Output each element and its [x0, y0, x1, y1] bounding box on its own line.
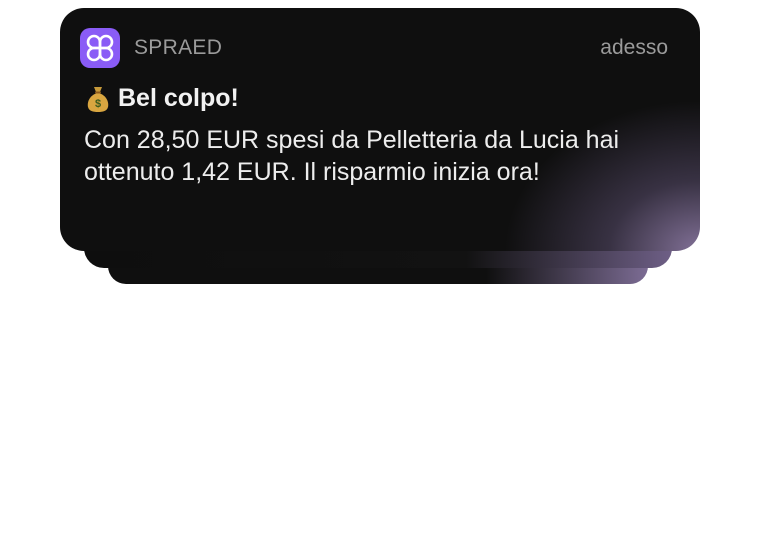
notification-title: Bel colpo! [118, 84, 239, 112]
notification-title-row: $ Bel colpo! [86, 84, 239, 113]
notification-header: SPRAED adesso [80, 28, 668, 68]
notification-stack: SPRAED adesso $ Bel colpo! Con 28,50 EUR… [0, 0, 760, 560]
notification-time: adesso [600, 36, 668, 59]
spraed-logo-icon [86, 34, 114, 62]
notification-card[interactable]: SPRAED adesso $ Bel colpo! Con 28,50 EUR… [60, 8, 700, 251]
money-bag-icon: $ [87, 86, 109, 112]
notification-body: Con 28,50 EUR spesi da Pelletteria da Lu… [84, 126, 620, 186]
svg-text:$: $ [95, 98, 101, 110]
app-icon [80, 28, 120, 68]
app-name: SPRAED [134, 36, 223, 59]
